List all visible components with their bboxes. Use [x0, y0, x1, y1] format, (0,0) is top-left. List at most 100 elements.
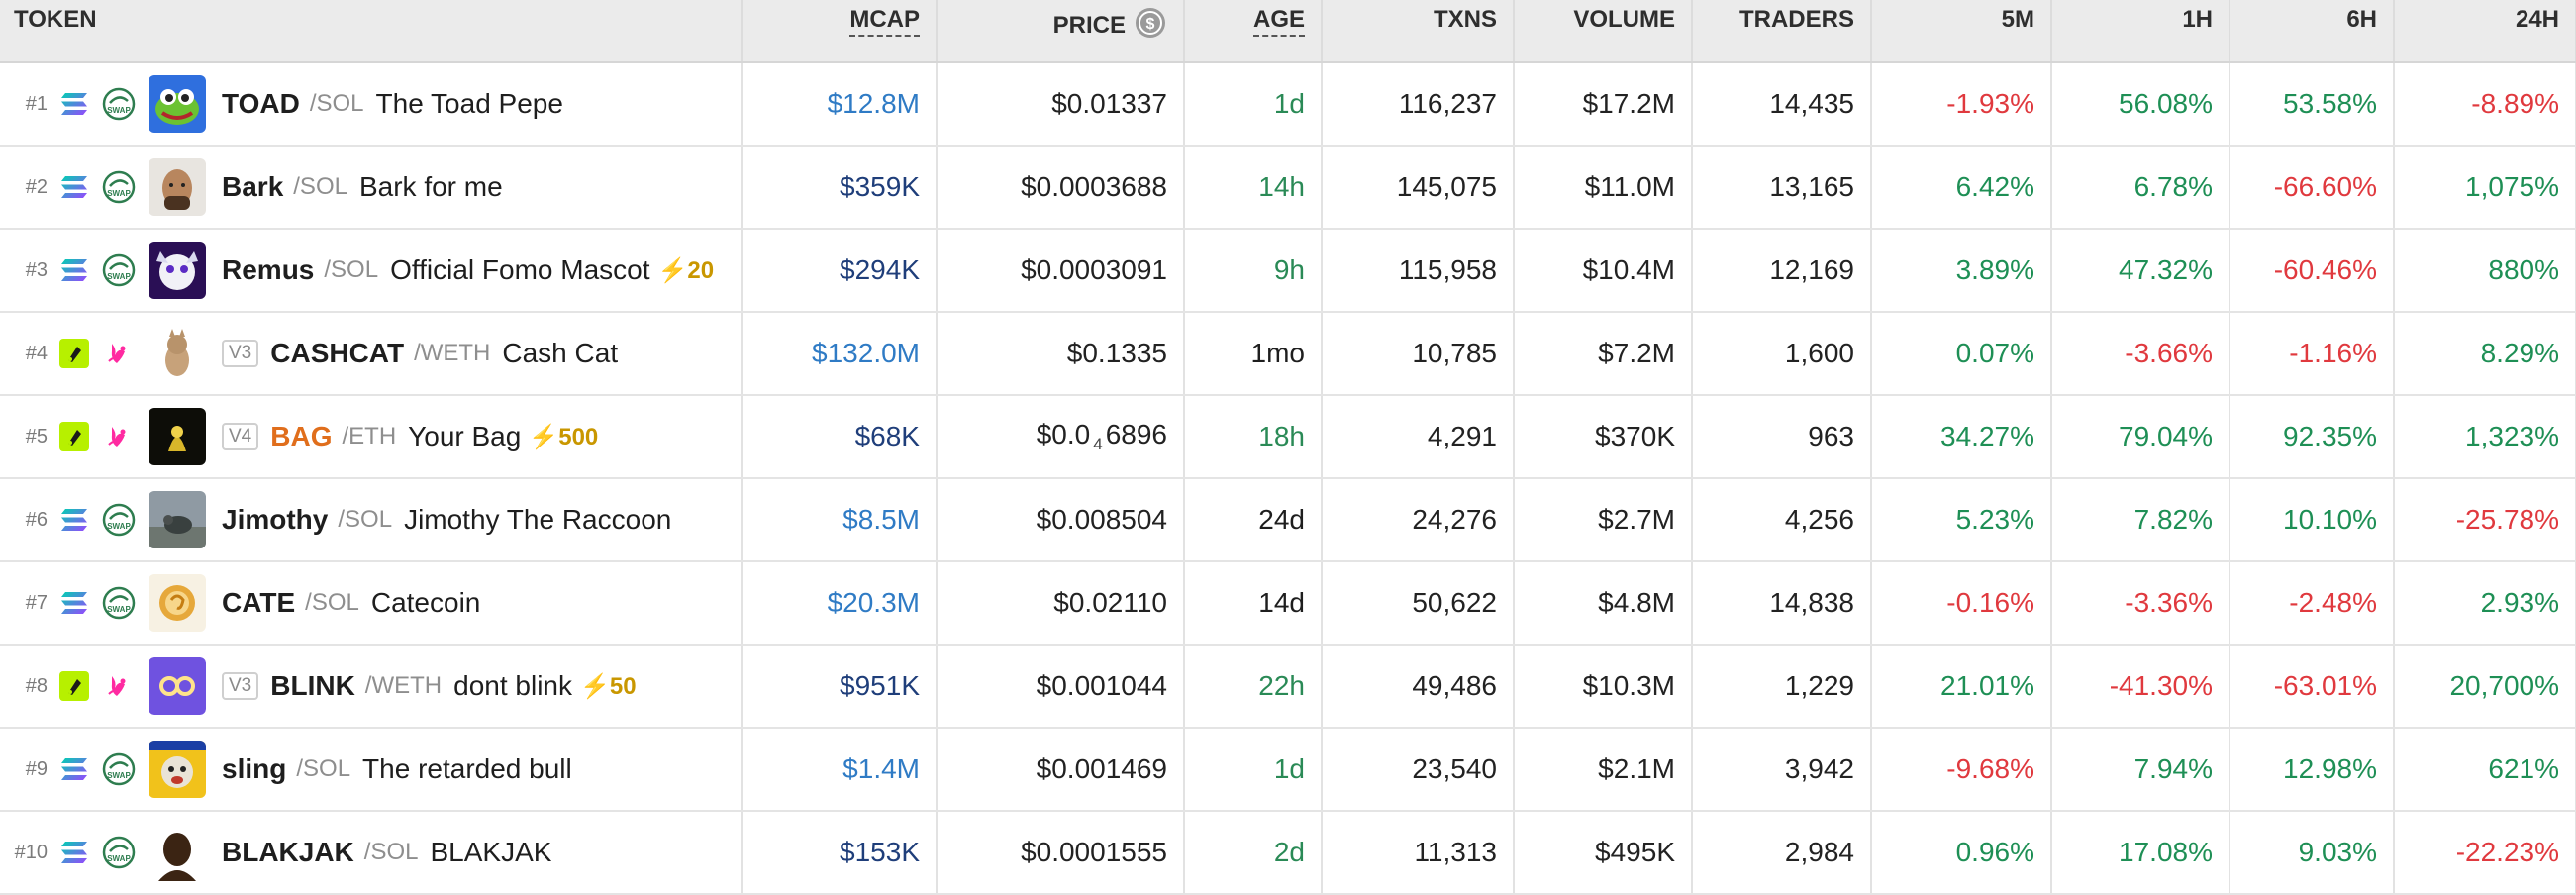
price-value: $0.001044	[1036, 670, 1167, 701]
token-symbol: CATE	[222, 587, 296, 618]
header-5m[interactable]: 5M	[1871, 0, 2052, 63]
header-6h[interactable]: 6H	[2229, 0, 2395, 63]
price-value: $0.02110	[1053, 587, 1167, 618]
price-digits: 6896	[1105, 419, 1167, 449]
table-header-row: TOKEN MCAP PRICE $ AGE TXNS VOLUME TRADER…	[0, 0, 2576, 63]
change-6h-cell: 92.35%	[2229, 395, 2395, 479]
header-volume[interactable]: VOLUME	[1514, 0, 1693, 63]
token-symbol: sling	[222, 753, 287, 784]
boost-count: 500	[558, 423, 599, 450]
token-cell[interactable]: #1 SWAP TOAD/SOL The Toad Pepe	[0, 62, 743, 147]
token-cell[interactable]: #10 SWAP BLAKJAK/SOL BLAKJAK	[0, 811, 743, 895]
mcap-cell: $12.8M	[742, 62, 938, 147]
volume-cell: $2.7M	[1514, 478, 1693, 562]
swap-icon: SWAP	[101, 751, 137, 787]
token-cell[interactable]: #3 SWAP Remus/SOL Official Fomo Mascot ⚡20	[0, 229, 743, 313]
rank-label: #1	[25, 92, 48, 115]
token-avatar	[149, 824, 206, 881]
change-1h-cell: -3.36%	[2051, 561, 2230, 646]
change-24h-cell: -22.23%	[2394, 811, 2576, 895]
quote-pair: /SOL	[338, 506, 393, 533]
table-row[interactable]: #8 V3 BLINK/WETH dont blink ⚡50 $951K $0.00104…	[0, 645, 2576, 729]
solana-icon	[57, 170, 91, 204]
traders-cell: 13,165	[1692, 146, 1872, 230]
price-cell: $0.1335	[937, 312, 1185, 396]
txns-cell: 24,276	[1322, 478, 1515, 562]
change-1h-cell: 79.04%	[2051, 395, 2230, 479]
table-row[interactable]: #2 SWAP Bark/SOL Bark for me $359K $0.0003688…	[0, 146, 2576, 230]
token-cell[interactable]: #6 SWAP Jimothy/SOL Jimothy The Raccoon	[0, 478, 743, 562]
quote-pair: /SOL	[324, 256, 379, 283]
solana-icon	[57, 586, 91, 620]
change-1h-cell: 7.94%	[2051, 728, 2230, 812]
table-row[interactable]: #10 SWAP BLAKJAK/SOL BLAKJAK $153K $0.0001555…	[0, 811, 2576, 895]
txns-cell: 50,622	[1322, 561, 1515, 646]
mcap-cell: $8.5M	[742, 478, 938, 562]
swap-icon: SWAP	[101, 169, 137, 205]
age-cell: 1d	[1184, 62, 1323, 147]
table-row[interactable]: #1 SWAP TOAD/SOL The Toad Pepe $12.8M $0.0133…	[0, 62, 2576, 147]
volume-cell: $7.2M	[1514, 312, 1693, 396]
price-cell: $0.0003688	[937, 146, 1185, 230]
table-row[interactable]: #6 SWAP Jimothy/SOL Jimothy The Raccoon $8.5…	[0, 478, 2576, 562]
token-cell[interactable]: #9 SWAP sling/SOL The retarded bull	[0, 728, 743, 812]
token-name: Your Bag	[408, 421, 522, 451]
solana-icon	[57, 752, 91, 786]
change-6h-cell: -2.48%	[2229, 561, 2395, 646]
token-name: Catecoin	[370, 587, 481, 618]
swap-icon: SWAP	[101, 585, 137, 621]
age-cell: 24d	[1184, 478, 1323, 562]
token-avatar	[149, 491, 206, 548]
change-5m-cell: -0.16%	[1871, 561, 2052, 646]
table-row[interactable]: #3 SWAP Remus/SOL Official Fomo Mascot ⚡20 $2…	[0, 229, 2576, 313]
table-row[interactable]: #4 V3 CASHCAT/WETH Cash Cat $132.0M $0.1335 1m…	[0, 312, 2576, 396]
change-6h-cell: 12.98%	[2229, 728, 2395, 812]
svg-text:SWAP: SWAP	[107, 771, 131, 780]
traders-cell: 3,942	[1692, 728, 1872, 812]
table-row[interactable]: #7 SWAP CATE/SOL Catecoin $20.3M $0.02110 14d 5…	[0, 561, 2576, 646]
token-table: TOKEN MCAP PRICE $ AGE TXNS VOLUME TRADER…	[0, 0, 2576, 895]
lightning-icon: ⚡	[580, 672, 610, 700]
token-avatar	[149, 242, 206, 299]
rank-label: #6	[25, 508, 48, 531]
header-1h[interactable]: 1H	[2051, 0, 2230, 63]
token-cell[interactable]: #8 V3 BLINK/WETH dont blink ⚡50	[0, 645, 743, 729]
token-cell[interactable]: #4 V3 CASHCAT/WETH Cash Cat	[0, 312, 743, 396]
change-24h-cell: 621%	[2394, 728, 2576, 812]
header-token[interactable]: TOKEN	[0, 0, 743, 63]
change-5m-cell: -1.93%	[1871, 62, 2052, 147]
change-1h-cell: 7.82%	[2051, 478, 2230, 562]
header-24h[interactable]: 24H	[2394, 0, 2576, 63]
price-value: $0.0003688	[1021, 171, 1167, 202]
age-cell: 1d	[1184, 728, 1323, 812]
header-traders[interactable]: TRADERS	[1692, 0, 1872, 63]
solana-icon	[57, 87, 91, 121]
token-cell[interactable]: #7 SWAP CATE/SOL Catecoin	[0, 561, 743, 646]
mcap-cell: $359K	[742, 146, 938, 230]
header-price[interactable]: PRICE $	[937, 0, 1185, 63]
volume-cell: $4.8M	[1514, 561, 1693, 646]
change-24h-cell: 8.29%	[2394, 312, 2576, 396]
change-6h-cell: 53.58%	[2229, 62, 2395, 147]
quote-pair: /WETH	[364, 672, 443, 699]
mcap-cell: $153K	[742, 811, 938, 895]
token-cell[interactable]: #5 V4 BAG/ETH Your Bag ⚡500	[0, 395, 743, 479]
table-row[interactable]: #5 V4 BAG/ETH Your Bag ⚡500 $68K $0.0 4 6896 18h 4…	[0, 395, 2576, 479]
header-mcap[interactable]: MCAP	[742, 0, 938, 63]
change-6h-cell: -60.46%	[2229, 229, 2395, 313]
txns-cell: 11,313	[1322, 811, 1515, 895]
header-txns[interactable]: TXNS	[1322, 0, 1515, 63]
swap-icon: SWAP	[101, 252, 137, 288]
dollar-coin-icon[interactable]: $	[1134, 6, 1167, 47]
table-row[interactable]: #9 SWAP sling/SOL The retarded bull $1.4M $0.…	[0, 728, 2576, 812]
header-age[interactable]: AGE	[1184, 0, 1323, 63]
age-cell: 2d	[1184, 811, 1323, 895]
token-symbol: TOAD	[222, 88, 300, 119]
svg-text:SWAP: SWAP	[107, 605, 131, 614]
uniswap-icon	[101, 336, 137, 371]
token-cell[interactable]: #2 SWAP Bark/SOL Bark for me	[0, 146, 743, 230]
volume-cell: $2.1M	[1514, 728, 1693, 812]
svg-text:SWAP: SWAP	[107, 106, 131, 115]
price-cell: $0.001044	[937, 645, 1185, 729]
price-prefix: $0.0	[1036, 419, 1091, 449]
